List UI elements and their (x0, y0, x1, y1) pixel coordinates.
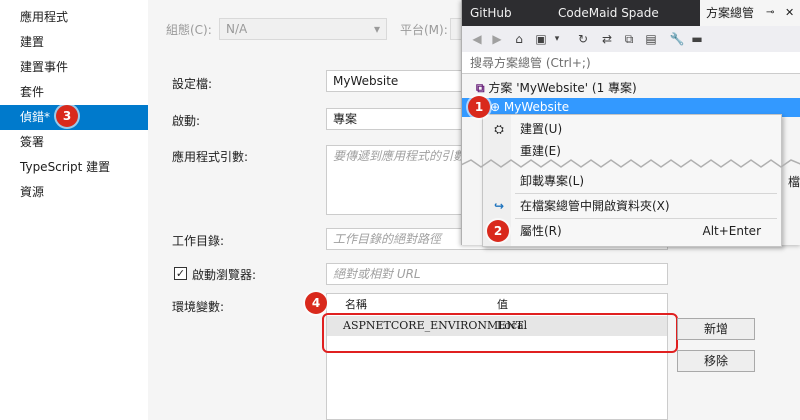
config-label: 組態(C): (166, 23, 212, 37)
launch-browser-checkbox[interactable]: ✓ (174, 267, 187, 280)
tab-codemaid-spade[interactable]: CodeMaid Spade (552, 0, 665, 26)
remove-env-button[interactable]: 移除 (677, 350, 755, 372)
tab-solution-explorer-label: 方案總管 (706, 6, 755, 20)
collapse-all-icon[interactable]: ⧉ (620, 30, 638, 48)
close-icon[interactable]: ✕ (785, 0, 794, 26)
menu-item-properties[interactable]: 🔧 屬性(R) Alt+Enter (483, 220, 781, 242)
workdir-placeholder: 工作目錄的絕對路徑 (333, 232, 442, 246)
sidebar-item-build-events[interactable]: 建置事件 (0, 55, 148, 80)
launch-label: 啟動: (172, 114, 201, 128)
chevron-down-icon[interactable]: ▾ (548, 30, 566, 48)
sidebar-item-typescript-build[interactable]: TypeScript 建置 (0, 155, 148, 180)
menu-item-build-label: 建置(U) (520, 122, 563, 136)
menu-item-open-in-explorer[interactable]: ↪ 在檔案總管中開啟資料夾(X) (483, 195, 781, 217)
sidebar-item-signing[interactable]: 簽署 (0, 130, 148, 155)
config-value: N/A (226, 22, 248, 36)
menu-item-unload-project[interactable]: 卸載專案(L) (483, 170, 781, 192)
solution-node-label: 方案 'MyWebsite' (1 專案) (488, 81, 637, 95)
sidebar-item-build[interactable]: 建置 (0, 30, 148, 55)
back-icon[interactable]: ◀ (468, 30, 486, 48)
tab-github[interactable]: GitHub (464, 0, 518, 26)
profile-label: 設定檔: (172, 77, 213, 91)
menu-item-unload-label: 卸載專案(L) (520, 174, 585, 188)
callout-badge-4: 4 (305, 292, 327, 314)
menu-item-properties-label: 屬性(R) (520, 224, 562, 238)
env-row-highlight (322, 313, 678, 353)
env-header-value: 值 (497, 298, 508, 311)
launch-browser-url-placeholder: 絕對或相對 URL (333, 267, 421, 281)
profile-value: MyWebsite (333, 74, 399, 88)
launch-browser-label: 啟動瀏覽器: (192, 268, 257, 282)
callout-badge-2: 2 (487, 220, 509, 242)
tab-solution-explorer[interactable]: 方案總管 ⊸ ✕ (700, 0, 800, 26)
show-all-files-icon[interactable]: ▤ (642, 30, 660, 48)
solution-search-input[interactable]: 搜尋方案總管 (Ctrl+;) (462, 52, 800, 74)
home-icon[interactable]: ⌂ (510, 30, 528, 48)
tool-window-tabs: GitHub CodeMaid Spade 方案總管 ⊸ ✕ (462, 0, 800, 26)
build-icon: ⛭ (494, 122, 504, 136)
env-vars-label: 環境變數: (172, 300, 225, 314)
sidebar-item-resources[interactable]: 資源 (0, 180, 148, 205)
menu-item-properties-shortcut: Alt+Enter (702, 224, 761, 238)
callout-badge-1: 1 (468, 96, 490, 118)
app-args-placeholder: 要傳遞到應用程式的引數 (333, 149, 466, 163)
pin-icon[interactable]: ⊸ (766, 0, 774, 26)
partial-tree-text: 檔 (788, 175, 800, 189)
wrench-icon[interactable]: 🔧 (668, 30, 686, 48)
callout-badge-3: 3 (56, 105, 78, 127)
menu-item-build[interactable]: ⛭ 建置(U) (483, 118, 781, 140)
sync-icon[interactable]: ⇄ (598, 30, 616, 48)
launch-value: 專案 (333, 112, 358, 126)
sidebar-item-package[interactable]: 套件 (0, 80, 148, 105)
app-args-label: 應用程式引數: (172, 150, 249, 164)
menu-separator (515, 193, 777, 194)
config-select[interactable]: N/A ▾ (219, 18, 387, 40)
project-context-menu: ⛭ 建置(U) 重建(E) 卸載專案(L) ↪ 在檔案總管中開啟資料夾(X) 🔧… (461, 114, 800, 247)
property-page-sidebar: 應用程式 建置 建置事件 套件 偵錯* 簽署 TypeScript 建置 資源 (0, 0, 148, 420)
env-header-name: 名稱 (345, 298, 367, 311)
open-folder-arrow-icon: ↪ (493, 199, 505, 213)
sidebar-item-application[interactable]: 應用程式 (0, 5, 148, 30)
project-node-label: MyWebsite (503, 100, 570, 114)
solution-node[interactable]: ⧉ 方案 'MyWebsite' (1 專案) (462, 79, 800, 98)
forward-icon[interactable]: ▶ (488, 30, 506, 48)
launch-browser-url-input[interactable]: 絕對或相對 URL (326, 263, 668, 285)
web-project-icon: ⊕ (490, 100, 501, 114)
workdir-label: 工作目錄: (172, 234, 225, 248)
menu-item-open-folder-label: 在檔案總管中開啟資料夾(X) (520, 199, 670, 213)
pending-changes-icon[interactable]: ↻ (574, 30, 592, 48)
platform-label: 平台(M): (400, 23, 448, 37)
preview-icon[interactable]: ▬ (688, 30, 706, 48)
chevron-down-icon: ▾ (373, 22, 380, 36)
add-env-button[interactable]: 新增 (677, 318, 755, 340)
solution-icon: ⧉ (476, 81, 485, 95)
solution-explorer-toolbar: ◀ ▶ ⌂ ▣ ▾ ↻ ⇄ ⧉ ▤ 🔧 ▬ (462, 26, 800, 53)
menu-separator (515, 218, 777, 219)
